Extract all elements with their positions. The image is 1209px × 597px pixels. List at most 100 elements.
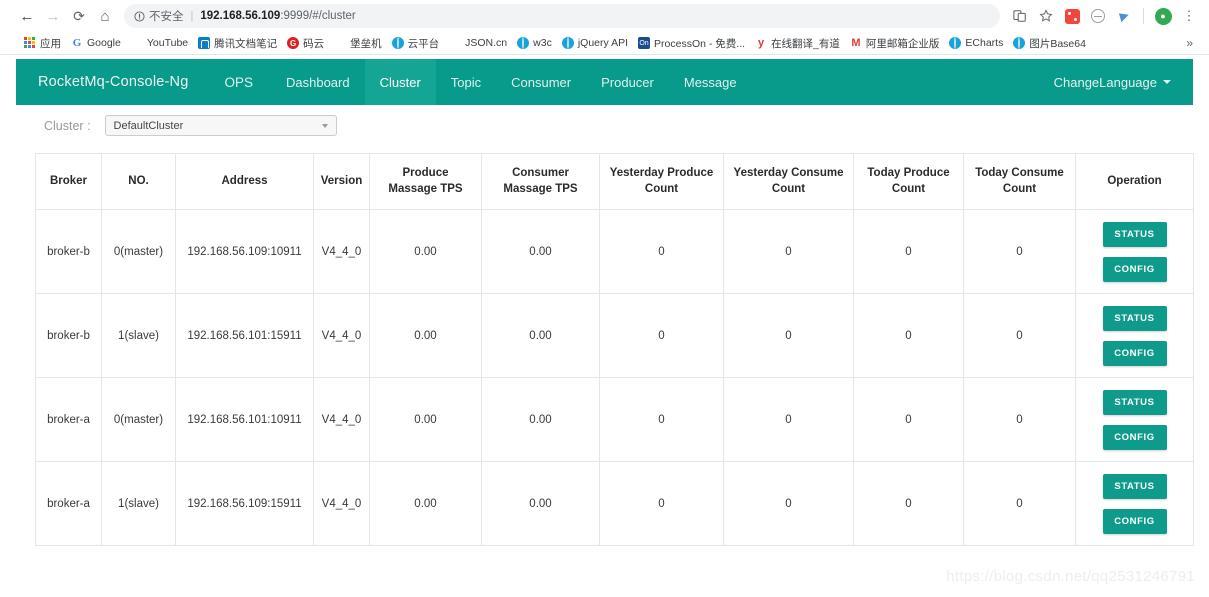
col-header-operation: Operation <box>1075 152 1194 211</box>
bookmark-echarts[interactable]: ECharts <box>945 35 1009 51</box>
cell-produce-tps: 0.00 <box>369 461 482 547</box>
config-button[interactable]: CONFIG <box>1102 256 1167 282</box>
cell-operation: STATUS CONFIG <box>1075 377 1194 463</box>
reading-list-icon[interactable] <box>1008 4 1032 28</box>
cell-address: 192.168.56.101:15911 <box>175 293 314 379</box>
cell-today-consume: 0 <box>963 377 1076 463</box>
bookmark-tencent-docs[interactable]: 腾讯文档笔记 <box>194 34 283 53</box>
bookmarks-overflow-button[interactable]: » <box>1178 36 1201 50</box>
config-button[interactable]: CONFIG <box>1102 508 1167 534</box>
cell-address: 192.168.56.109:15911 <box>175 461 314 547</box>
cell-yesterday-produce: 0 <box>599 377 724 463</box>
tencent-docs-icon <box>198 37 211 49</box>
col-header-line2: Count <box>644 182 679 195</box>
col-header-consume-tps: Consumer Massage TPS <box>481 152 600 211</box>
bookmark-label: ProcessOn - 免费... <box>654 37 746 50</box>
nav-item-consumer[interactable]: Consumer <box>496 59 586 105</box>
forward-button[interactable]: → <box>40 3 66 29</box>
col-header-line1: Produce <box>402 167 449 179</box>
watermark: https://blog.csdn.net/qq2531246791 <box>946 568 1195 585</box>
cell-today-consume: 0 <box>963 461 1076 547</box>
cell-consume-tps: 0.00 <box>481 461 600 547</box>
bookmark-processon[interactable]: On ProcessOn - 免费... <box>634 34 751 53</box>
bookmark-jquery-api[interactable]: jQuery API <box>558 35 634 51</box>
back-button[interactable]: ← <box>14 3 40 29</box>
extension-circle-icon[interactable] <box>1086 4 1110 28</box>
nav-item-dashboard[interactable]: Dashboard <box>271 59 365 105</box>
processon-icon: On <box>638 37 651 49</box>
cell-version: V4_4_0 <box>313 209 370 295</box>
cell-yesterday-produce: 0 <box>599 209 724 295</box>
status-button[interactable]: STATUS <box>1102 473 1167 499</box>
cell-today-produce: 0 <box>853 293 964 379</box>
reload-button[interactable]: ⟳ <box>66 3 92 29</box>
cell-no: 0(master) <box>101 377 176 463</box>
cell-consume-tps: 0.00 <box>481 209 600 295</box>
insecure-warning-label: 不安全 <box>149 11 184 23</box>
bookmark-google[interactable]: G Google <box>67 35 127 51</box>
cell-yesterday-consume: 0 <box>723 209 854 295</box>
bookmark-youtube[interactable]: YouTube <box>127 35 194 51</box>
bookmark-label: 图片Base64 <box>1029 37 1086 50</box>
cell-version: V4_4_0 <box>313 461 370 547</box>
cell-operation: STATUS CONFIG <box>1075 461 1194 547</box>
url-host: 192.168.56.109 <box>200 10 281 22</box>
bookmark-alimail[interactable]: M 阿里邮箱企业版 <box>846 34 946 53</box>
address-bar[interactable]: 不安全 | 192.168.56.109:9999/#/cluster <box>124 4 1000 28</box>
extension-bird-icon[interactable] <box>1112 4 1136 28</box>
bookmark-bastion[interactable]: 堡垒机 <box>330 34 388 53</box>
apps-grid-icon <box>24 37 36 49</box>
bookmark-w3c[interactable]: w3c <box>513 35 558 51</box>
nav-item-cluster[interactable]: Cluster <box>364 59 436 105</box>
cell-broker: broker-a <box>35 377 102 463</box>
col-header-address: Address <box>175 152 314 211</box>
cluster-select[interactable]: DefaultCluster <box>104 115 337 136</box>
app-navbar: RocketMq-Console-Ng OPS Dashboard Cluste… <box>16 59 1193 105</box>
bookmark-label: 云平台 <box>407 37 440 50</box>
home-button[interactable]: ⌂ <box>92 3 118 29</box>
col-header-line2: Count <box>771 182 806 195</box>
nav-item-producer[interactable]: Producer <box>586 59 669 105</box>
config-button[interactable]: CONFIG <box>1102 424 1167 450</box>
bookmark-apps[interactable]: 应用 <box>20 34 67 53</box>
cell-yesterday-produce: 0 <box>599 461 724 547</box>
bookmark-youdao[interactable]: y 在线翻译_有道 <box>751 34 846 53</box>
app-brand[interactable]: RocketMq-Console-Ng <box>16 59 206 105</box>
bookmark-json-cn[interactable]: JSON.cn <box>445 35 513 51</box>
browser-toolbar-icons: ● ⋮ <box>1008 4 1201 28</box>
status-button[interactable]: STATUS <box>1102 305 1167 331</box>
bookmark-image-base64[interactable]: 图片Base64 <box>1009 34 1092 53</box>
bookmark-gitee[interactable]: G 码云 <box>283 34 330 53</box>
col-header-line2: Massage TPS <box>388 182 463 195</box>
table-header-row: Broker NO. Address Version Produce Massa… <box>35 152 1194 211</box>
col-header-today-produce: Today Produce Count <box>853 152 964 211</box>
site-info-icon[interactable] <box>134 10 145 22</box>
nav-item-topic[interactable]: Topic <box>436 59 496 105</box>
cell-yesterday-consume: 0 <box>723 461 854 547</box>
cell-version: V4_4_0 <box>313 377 370 463</box>
chevron-down-icon <box>1163 80 1171 84</box>
chrome-menu-icon[interactable]: ⋮ <box>1177 4 1201 28</box>
table-row: broker-b 1(slave) 192.168.56.101:15911 V… <box>35 293 1194 379</box>
col-header-line1: Consumer <box>512 167 569 179</box>
cell-produce-tps: 0.00 <box>369 293 482 379</box>
app-navbar-right: ChangeLanguage <box>1039 59 1193 105</box>
nav-item-ops[interactable]: OPS <box>206 59 271 105</box>
broker-table-container: Broker NO. Address Version Produce Massa… <box>35 152 1194 547</box>
extension-dice-icon[interactable] <box>1060 4 1084 28</box>
change-language-dropdown[interactable]: ChangeLanguage <box>1039 75 1193 90</box>
nav-item-message[interactable]: Message <box>669 59 752 105</box>
cell-operation: STATUS CONFIG <box>1075 293 1194 379</box>
cell-broker: broker-a <box>35 461 102 547</box>
config-button[interactable]: CONFIG <box>1102 340 1167 366</box>
status-button[interactable]: STATUS <box>1102 389 1167 415</box>
status-button[interactable]: STATUS <box>1102 221 1167 247</box>
cell-produce-tps: 0.00 <box>369 377 482 463</box>
bookmark-star-icon[interactable] <box>1034 4 1058 28</box>
bookmark-label: JSON.cn <box>465 37 508 49</box>
profile-avatar[interactable]: ● <box>1151 4 1175 28</box>
globe-icon <box>949 37 962 49</box>
bookmark-cloud-platform[interactable]: 云平台 <box>388 34 446 53</box>
bookmarks-bar: 应用 G Google YouTube 腾讯文档笔记 G 码云 堡垒机 云平台 … <box>0 32 1209 55</box>
alimail-icon: M <box>851 37 861 49</box>
